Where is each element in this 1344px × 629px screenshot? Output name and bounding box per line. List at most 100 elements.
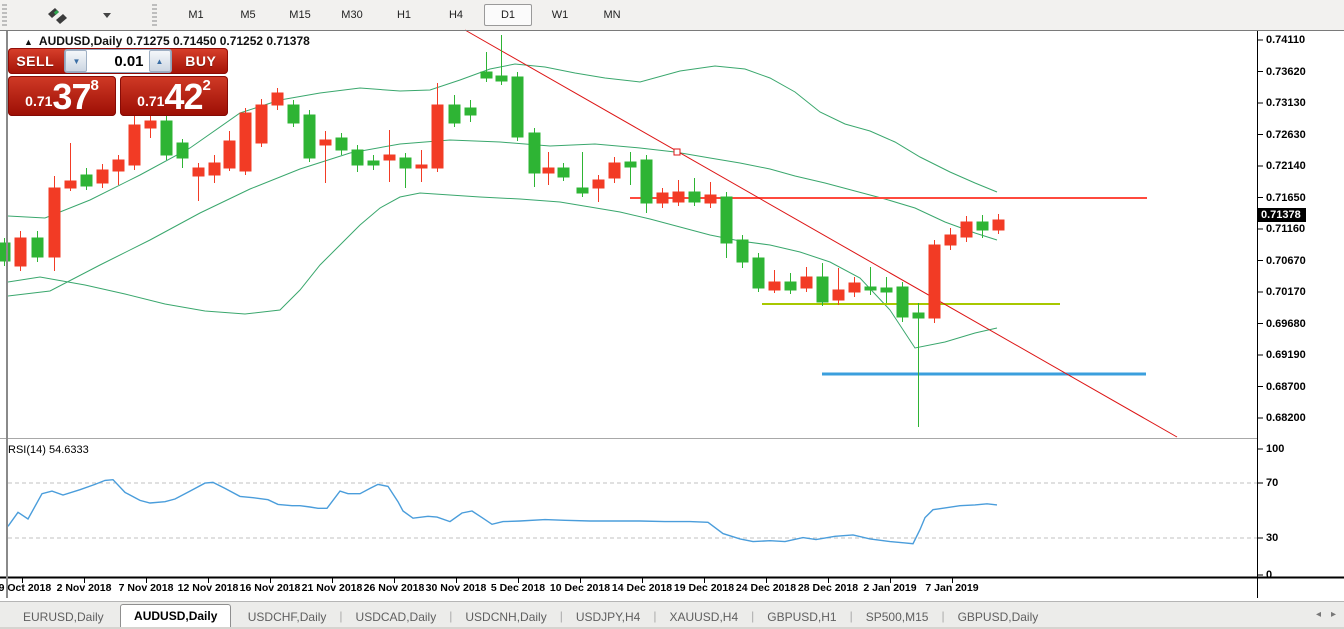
price-axis-label: 0.68200: [1266, 412, 1306, 424]
candle: [384, 155, 395, 160]
tab-scroll-right-icon[interactable]: ▸: [1331, 609, 1336, 620]
mt4-window: M1M5M15M30H1H4D1W1MN ▲AUDUSD,Daily0.7127…: [0, 0, 1344, 629]
chart-tab-bar: EURUSD,Daily AUDUSD,Daily USDCHF,Daily|U…: [0, 601, 1344, 628]
candle: [512, 77, 523, 137]
candle: [145, 121, 156, 128]
candle: [256, 105, 267, 143]
price-axis-label: 0.68700: [1266, 381, 1306, 393]
candle: [849, 283, 860, 292]
candle: [689, 192, 700, 202]
candle: [673, 192, 684, 202]
downtrend-line: [465, 30, 1177, 437]
candle: [977, 222, 988, 230]
tab-usdjpy-h4[interactable]: USDJPY,H4: [563, 607, 653, 628]
tab-sp500-m15[interactable]: SP500,M15: [853, 607, 942, 628]
tab-usdcad-daily[interactable]: USDCAD,Daily: [343, 607, 450, 628]
candle: [785, 282, 796, 290]
candle: [753, 258, 764, 288]
rsi-line: [8, 480, 997, 544]
volume-spinner: ▼ 0.01 ▲: [64, 49, 171, 73]
candle: [304, 115, 315, 158]
volume-increase-button[interactable]: ▲: [149, 50, 171, 72]
sell-button[interactable]: SELL: [8, 53, 62, 69]
trade-panel-top-row: SELL ▼ 0.01 ▲ BUY: [8, 48, 228, 74]
sell-price-box[interactable]: 0.71378: [8, 76, 116, 116]
candle: [641, 160, 652, 203]
rsi-axis-label: 30: [1266, 532, 1278, 544]
tab-usdchf-daily[interactable]: USDCHF,Daily: [235, 607, 340, 628]
price-axis-label: 0.72630: [1266, 129, 1306, 141]
candle: [449, 105, 460, 123]
chart-window-left-border: [6, 31, 8, 598]
candle: [272, 93, 283, 105]
rsi-axis-label: 100: [1266, 443, 1284, 455]
time-axis-line: [0, 577, 1344, 579]
ask-pip: 2: [202, 78, 210, 93]
candle: [129, 125, 140, 165]
candle: [769, 282, 780, 290]
tab-gbpusd-daily[interactable]: GBPUSD,Daily: [945, 607, 1052, 628]
bollinger-lower-band: [8, 193, 997, 348]
one-click-trading-panel: SELL ▼ 0.01 ▲ BUY 0.71378 0.71422: [8, 48, 228, 116]
candle: [15, 238, 26, 266]
rsi-indicator-label: RSI(14) 54.6333: [8, 444, 89, 456]
candle: [336, 138, 347, 150]
tab-gbpusd-h1[interactable]: GBPUSD,H1: [754, 607, 849, 628]
chart-title: ▲AUDUSD,Daily0.71275 0.71450 0.71252 0.7…: [24, 34, 314, 48]
tab-audusd-daily[interactable]: AUDUSD,Daily: [120, 604, 231, 628]
volume-field[interactable]: 0.01: [87, 53, 148, 70]
candle: [558, 168, 569, 177]
candle: [657, 193, 668, 203]
ask-prefix: 0.71: [137, 88, 164, 114]
candle: [97, 170, 108, 183]
price-axis-label: 0.69190: [1266, 349, 1306, 361]
symbol-name: AUDUSD,Daily: [39, 34, 122, 48]
candle: [833, 290, 844, 300]
candle: [481, 72, 492, 78]
candle: [609, 163, 620, 178]
bid-main: 37: [52, 80, 90, 114]
price-axis-label: 0.70170: [1266, 286, 1306, 298]
buy-button[interactable]: BUY: [174, 53, 228, 69]
candle: [881, 288, 892, 292]
candle: [224, 141, 235, 168]
candle: [193, 168, 204, 176]
candle: [416, 165, 427, 168]
tab-usdcnh-daily[interactable]: USDCNH,Daily: [452, 607, 559, 628]
candle: [49, 188, 60, 257]
bid-pip: 8: [90, 78, 98, 93]
ask-main: 42: [164, 80, 202, 114]
candle: [737, 240, 748, 262]
tab-xauusd-h4[interactable]: XAUUSD,H4: [656, 607, 751, 628]
price-axis-label: 0.73620: [1266, 66, 1306, 78]
time-axis-label: 7 Jan 2019: [912, 582, 992, 594]
candle: [993, 220, 1004, 230]
candle: [721, 197, 732, 243]
candle: [240, 113, 251, 171]
price-axis-label: 0.69680: [1266, 318, 1306, 330]
candle: [65, 181, 76, 188]
candle: [81, 175, 92, 186]
candle: [432, 105, 443, 168]
candle: [543, 168, 554, 173]
rsi-axis-label: 0: [1266, 569, 1272, 581]
candle: [177, 143, 188, 158]
bollinger-middle-band: [8, 140, 997, 296]
current-price-tag: 0.71378: [1258, 208, 1306, 222]
symbol-ohlc: 0.71275 0.71450 0.71252 0.71378: [126, 34, 310, 48]
buy-price-box[interactable]: 0.71422: [120, 76, 228, 116]
tab-scroll-left-icon[interactable]: ◂: [1316, 609, 1321, 620]
tab-eurusd-daily[interactable]: EURUSD,Daily: [10, 607, 117, 628]
bid-prefix: 0.71: [25, 88, 52, 114]
candle: [368, 161, 379, 165]
candle: [288, 105, 299, 123]
candle: [400, 158, 411, 168]
candle: [529, 133, 540, 173]
price-axis-label: 0.72140: [1266, 160, 1306, 172]
volume-decrease-button[interactable]: ▼: [65, 50, 87, 72]
candle: [113, 160, 124, 171]
price-axis-label: 0.70670: [1266, 255, 1306, 267]
candle: [209, 163, 220, 175]
price-axis-label: 0.71650: [1266, 192, 1306, 204]
candle: [625, 162, 636, 167]
